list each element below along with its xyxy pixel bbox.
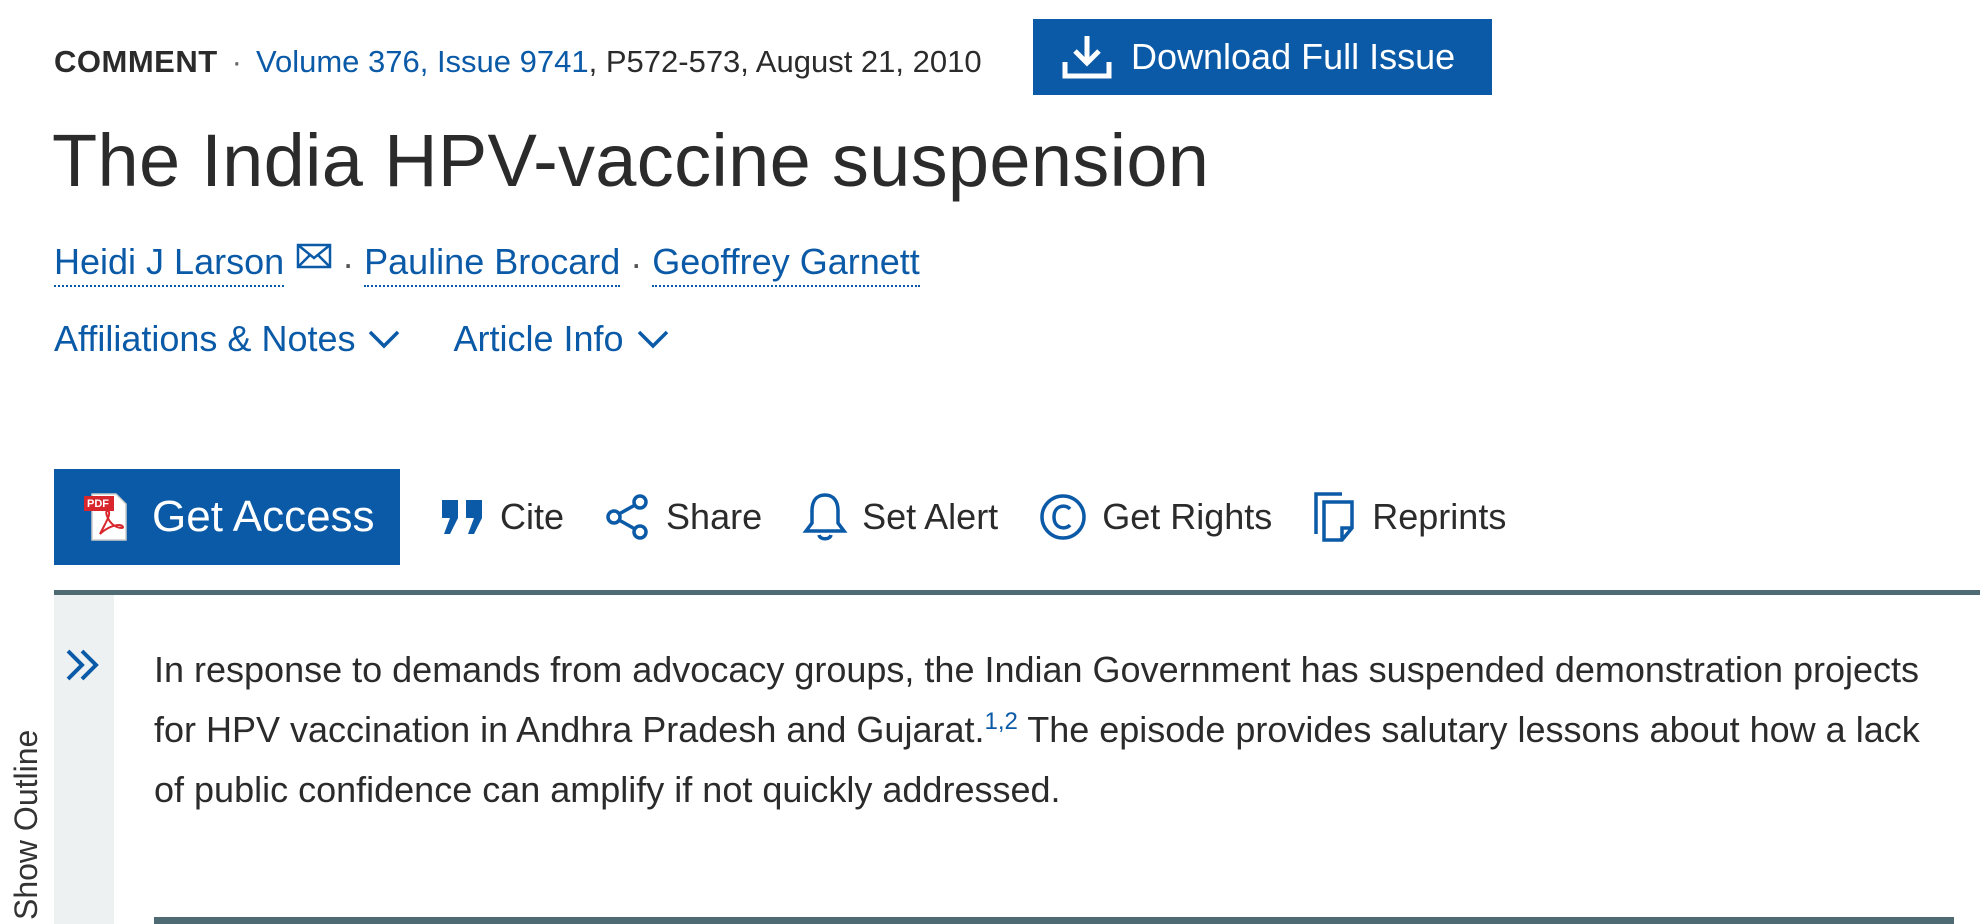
meta-separator: · xyxy=(231,44,242,79)
pdf-badge-text: PDF xyxy=(87,498,109,510)
reprints-icon xyxy=(1314,492,1355,542)
chevron-down-icon xyxy=(637,330,668,349)
affiliations-toggle[interactable]: Affiliations & Notes xyxy=(54,318,401,360)
quote-icon xyxy=(442,500,482,534)
reprints-label: Reprints xyxy=(1372,496,1507,537)
author-separator: · xyxy=(342,243,355,284)
copyright-icon xyxy=(1040,494,1086,540)
download-full-issue-button[interactable]: Download Full Issue xyxy=(1033,19,1492,95)
get-access-label: Get Access xyxy=(152,492,375,541)
article-meta: COMMENT · Volume 376, Issue 9741 , P572-… xyxy=(54,40,982,84)
author-link[interactable]: Pauline Brocard xyxy=(364,241,621,287)
page-title: The India HPV-vaccine suspension xyxy=(52,119,1210,202)
author-separator: · xyxy=(630,243,643,284)
cite-label: Cite xyxy=(500,496,565,537)
double-chevron-right-icon xyxy=(66,649,99,681)
chevron-down-icon xyxy=(369,330,400,349)
author-link[interactable]: Heidi J Larson xyxy=(54,241,285,287)
get-rights-label: Get Rights xyxy=(1102,496,1273,537)
toolbar-divider xyxy=(54,590,1980,595)
show-outline-label: Show Outline xyxy=(8,729,44,920)
download-label: Download Full Issue xyxy=(1131,36,1456,77)
share-icon xyxy=(606,494,648,540)
article-info-toggle[interactable]: Article Info xyxy=(453,318,669,360)
reference-link[interactable]: 1,2 xyxy=(984,708,1017,735)
article-type: COMMENT xyxy=(54,44,218,79)
affiliations-label: Affiliations & Notes xyxy=(54,318,356,359)
author-link[interactable]: Geoffrey Garnett xyxy=(652,241,920,287)
article-info-label: Article Info xyxy=(453,318,624,359)
download-icon xyxy=(1062,36,1112,79)
share-button[interactable]: Share xyxy=(604,493,762,541)
share-label: Share xyxy=(666,496,763,537)
article-toolbar: PDF Get Access Cite Share Set Alert Get … xyxy=(54,469,1506,565)
section-divider xyxy=(154,917,1954,924)
show-outline-toggle[interactable] xyxy=(54,595,114,924)
info-toggles: Affiliations & Notes Article Info xyxy=(54,318,670,360)
pages-date: , P572-573, August 21, 2010 xyxy=(588,44,982,79)
volume-issue-link[interactable]: Volume 376, Issue 9741 xyxy=(256,44,589,80)
mail-icon[interactable] xyxy=(296,242,332,270)
set-alert-label: Set Alert xyxy=(862,496,999,537)
article-abstract: In response to demands from advocacy gro… xyxy=(154,640,1954,820)
get-rights-button[interactable]: Get Rights xyxy=(1038,492,1272,542)
reprints-button[interactable]: Reprints xyxy=(1312,490,1506,544)
pdf-icon: PDF xyxy=(84,493,127,541)
author-list: Heidi J Larson · Pauline Brocard · Geoff… xyxy=(54,236,920,292)
set-alert-button[interactable]: Set Alert xyxy=(802,491,998,543)
bell-icon xyxy=(802,493,848,541)
cite-button[interactable]: Cite xyxy=(440,496,564,538)
get-access-button[interactable]: PDF Get Access xyxy=(54,469,400,565)
